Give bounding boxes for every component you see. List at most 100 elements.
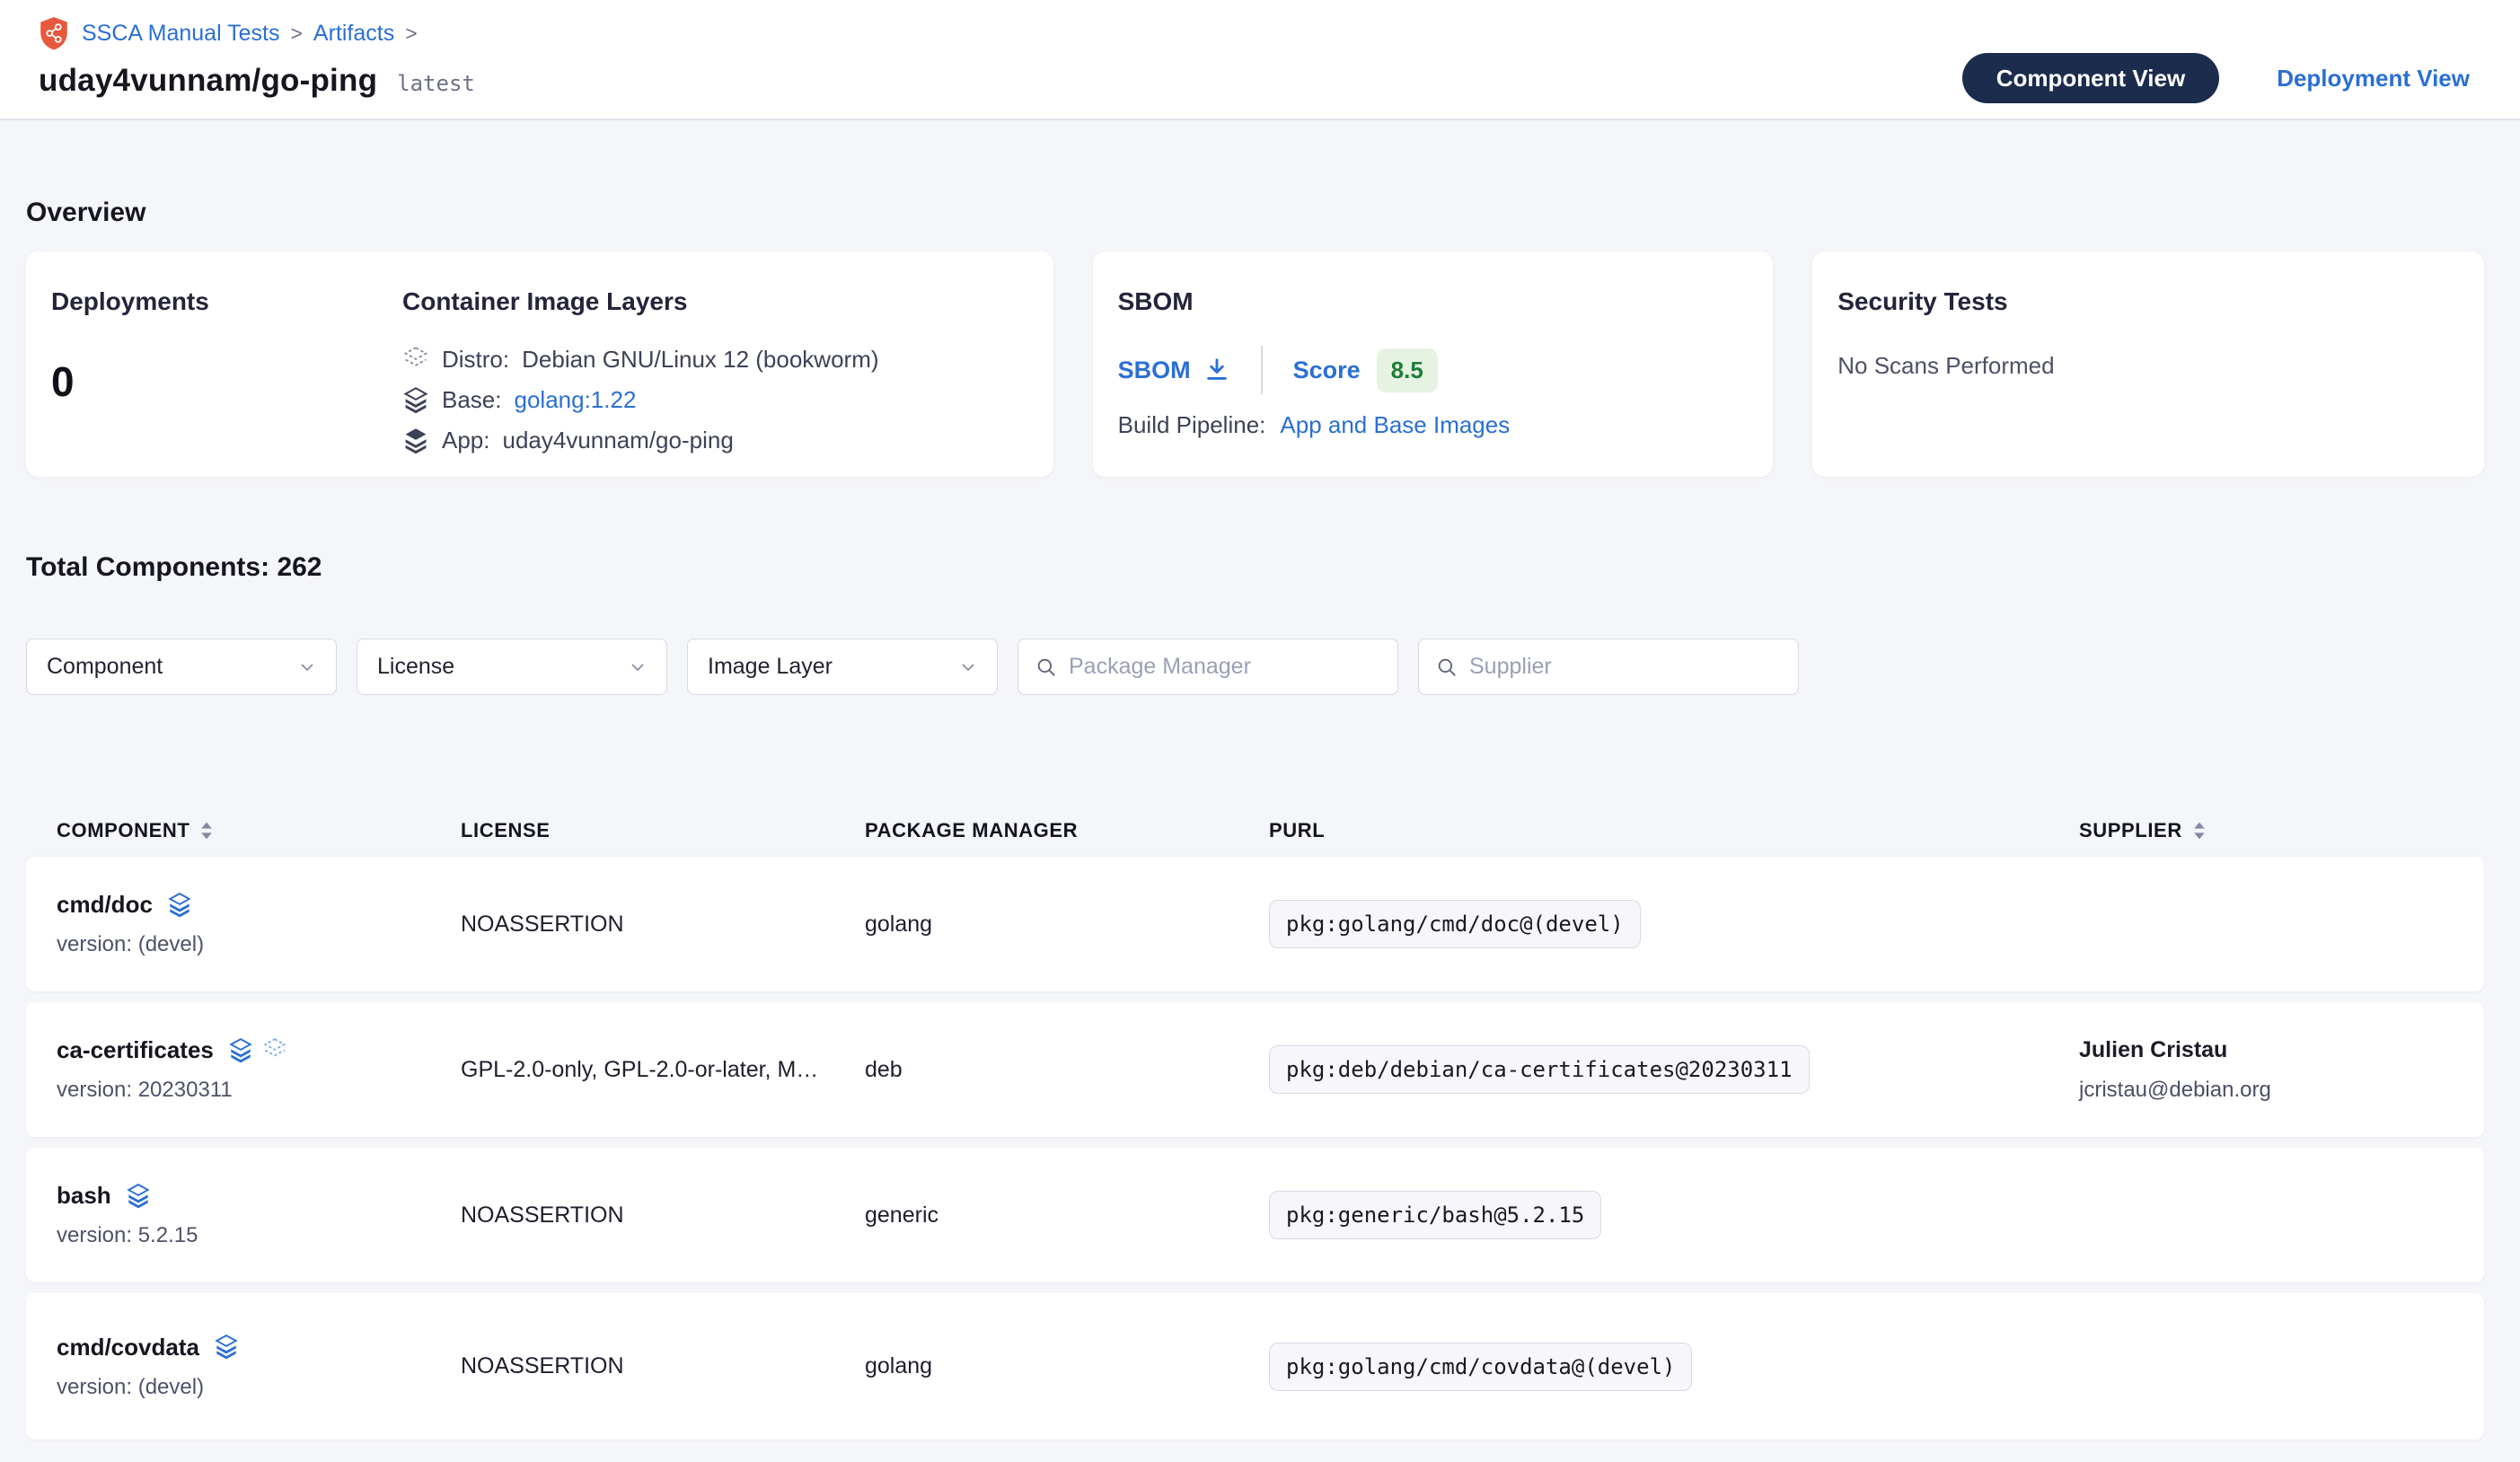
app-layer-row: App: uday4vunnam/go-ping bbox=[402, 420, 1028, 461]
layers-icon bbox=[214, 1334, 239, 1361]
breadcrumb-separator: > bbox=[290, 22, 302, 46]
component-view-button[interactable]: Component View bbox=[1962, 53, 2219, 103]
license-filter-label: License bbox=[377, 654, 454, 680]
deployment-view-button[interactable]: Deployment View bbox=[2277, 65, 2470, 92]
build-pipeline-link[interactable]: App and Base Images bbox=[1280, 411, 1510, 439]
table-row[interactable]: ca-certificates version: 20230311 GPL-2.… bbox=[26, 1002, 2484, 1137]
chevron-down-icon bbox=[627, 656, 648, 678]
component-icons bbox=[167, 892, 192, 919]
layers-icon bbox=[126, 1183, 151, 1210]
column-header-supplier[interactable]: SUPPLIER bbox=[2079, 819, 2457, 842]
distro-layer-row: Distro: Debian GNU/Linux 12 (bookworm) bbox=[402, 339, 1028, 380]
license-cell: NOASSERTION bbox=[461, 912, 865, 938]
supplier-cell bbox=[2079, 1208, 2457, 1222]
security-tests-status: No Scans Performed bbox=[1837, 352, 2459, 380]
sbom-score-link[interactable]: Score bbox=[1293, 357, 1361, 384]
ssca-shield-logo-icon bbox=[39, 16, 69, 50]
component-name: bash bbox=[57, 1182, 111, 1210]
package-manager-cell: golang bbox=[865, 1353, 1269, 1379]
column-label: SUPPLIER bbox=[2079, 819, 2182, 842]
component-version: version: 5.2.15 bbox=[57, 1223, 461, 1248]
base-layer-row: Base: golang:1.22 bbox=[402, 380, 1028, 420]
container-image-layers-label: Container Image Layers bbox=[402, 287, 1028, 316]
component-cell: bash version: 5.2.15 bbox=[57, 1182, 461, 1248]
purl-cell: pkg:deb/debian/ca-certificates@20230311 bbox=[1269, 1045, 2079, 1094]
deployments-count: 0 bbox=[51, 357, 402, 406]
component-icons bbox=[126, 1183, 151, 1210]
search-icon bbox=[1435, 656, 1458, 679]
breadcrumb-separator: > bbox=[405, 22, 417, 46]
chevron-down-icon bbox=[296, 656, 318, 678]
component-cell: ca-certificates version: 20230311 bbox=[57, 1036, 461, 1103]
component-name: cmd/covdata bbox=[57, 1334, 199, 1361]
component-cell: cmd/doc version: (devel) bbox=[57, 891, 461, 957]
column-header-package-manager: PACKAGE MANAGER bbox=[865, 819, 1269, 842]
app-value: uday4vunnam/go-ping bbox=[503, 427, 734, 454]
supplier-cell: Julien Cristau jcristau@debian.org bbox=[2079, 1037, 2457, 1103]
package-manager-cell: generic bbox=[865, 1202, 1269, 1229]
column-label: COMPONENT bbox=[57, 819, 189, 842]
table-row[interactable]: bash version: 5.2.15 NOASSERTION generic… bbox=[26, 1148, 2484, 1282]
build-pipeline-label: Build Pipeline: bbox=[1118, 411, 1266, 439]
column-header-purl: PURL bbox=[1269, 819, 2079, 842]
purl-chip: pkg:generic/bash@5.2.15 bbox=[1269, 1191, 1601, 1239]
table-row[interactable]: cmd/doc version: (devel) NOASSERTION gol… bbox=[26, 857, 2484, 991]
total-components-count: 262 bbox=[277, 552, 322, 582]
component-icons bbox=[214, 1334, 239, 1361]
page-title: uday4vunnam/go-ping bbox=[39, 63, 377, 99]
layers-icon bbox=[228, 1037, 253, 1064]
column-label: PACKAGE MANAGER bbox=[865, 819, 1078, 842]
purl-cell: pkg:golang/cmd/doc@(devel) bbox=[1269, 900, 2079, 948]
supplier-cell bbox=[2079, 917, 2457, 931]
license-filter-dropdown[interactable]: License bbox=[357, 639, 667, 695]
package-manager-search[interactable] bbox=[1018, 639, 1398, 695]
purl-chip: pkg:golang/cmd/covdata@(devel) bbox=[1269, 1343, 1692, 1391]
sort-icon[interactable] bbox=[200, 821, 213, 841]
layers-dashed-icon bbox=[262, 1037, 287, 1064]
column-header-component[interactable]: COMPONENT bbox=[57, 819, 461, 842]
artifact-tag-badge: latest bbox=[397, 71, 475, 96]
sbom-download-link[interactable]: SBOM bbox=[1118, 357, 1230, 384]
sbom-card-label: SBOM bbox=[1118, 287, 1749, 316]
security-tests-card: Security Tests No Scans Performed bbox=[1812, 251, 2484, 477]
license-cell: NOASSERTION bbox=[461, 1353, 865, 1379]
overview-heading: Overview bbox=[26, 198, 2484, 228]
download-icon[interactable] bbox=[1203, 357, 1230, 383]
breadcrumb-link-artifacts[interactable]: Artifacts bbox=[313, 21, 394, 47]
component-version: version: (devel) bbox=[57, 932, 461, 957]
purl-chip: pkg:deb/debian/ca-certificates@20230311 bbox=[1269, 1045, 1810, 1094]
table-body: cmd/doc version: (devel) NOASSERTION gol… bbox=[26, 857, 2484, 1440]
sbom-download-label: SBOM bbox=[1118, 357, 1191, 384]
layers-half-icon bbox=[402, 386, 429, 415]
breadcrumb: SSCA Manual Tests > Artifacts > bbox=[39, 16, 475, 50]
component-name: ca-certificates bbox=[57, 1036, 214, 1064]
column-label: PURL bbox=[1269, 819, 1325, 842]
base-label: Base: bbox=[442, 386, 502, 414]
supplier-search[interactable] bbox=[1418, 639, 1799, 695]
package-manager-cell: golang bbox=[865, 912, 1269, 938]
distro-label: Distro: bbox=[442, 346, 509, 374]
layers-icon bbox=[167, 892, 192, 919]
supplier-cell bbox=[2079, 1360, 2457, 1374]
component-version: version: (devel) bbox=[57, 1375, 461, 1400]
purl-cell: pkg:generic/bash@5.2.15 bbox=[1269, 1191, 2079, 1239]
purl-cell: pkg:golang/cmd/covdata@(devel) bbox=[1269, 1343, 2079, 1391]
column-header-license: LICENSE bbox=[461, 819, 865, 842]
package-manager-search-input[interactable] bbox=[1069, 654, 1381, 680]
table-row[interactable]: cmd/covdata version: (devel) NOASSERTION… bbox=[26, 1293, 2484, 1440]
breadcrumb-link-ssca-manual-tests[interactable]: SSCA Manual Tests bbox=[82, 21, 279, 47]
image-layer-filter-dropdown[interactable]: Image Layer bbox=[687, 639, 998, 695]
component-filter-label: Component bbox=[47, 654, 163, 680]
sort-icon[interactable] bbox=[2193, 821, 2206, 841]
component-filter-dropdown[interactable]: Component bbox=[26, 639, 337, 695]
supplier-name: Julien Cristau bbox=[2079, 1037, 2457, 1063]
search-icon bbox=[1035, 656, 1058, 679]
supplier-search-input[interactable] bbox=[1469, 654, 1782, 680]
base-image-link[interactable]: golang:1.22 bbox=[515, 386, 637, 414]
package-manager-cell: deb bbox=[865, 1057, 1269, 1083]
layers-dashed-icon bbox=[402, 346, 429, 374]
component-icons bbox=[228, 1037, 287, 1064]
vertical-divider bbox=[1261, 346, 1263, 394]
components-table: COMPONENT LICENSE PACKAGE MANAGER PURL S… bbox=[26, 805, 2484, 1440]
distro-value: Debian GNU/Linux 12 (bookworm) bbox=[522, 346, 878, 374]
